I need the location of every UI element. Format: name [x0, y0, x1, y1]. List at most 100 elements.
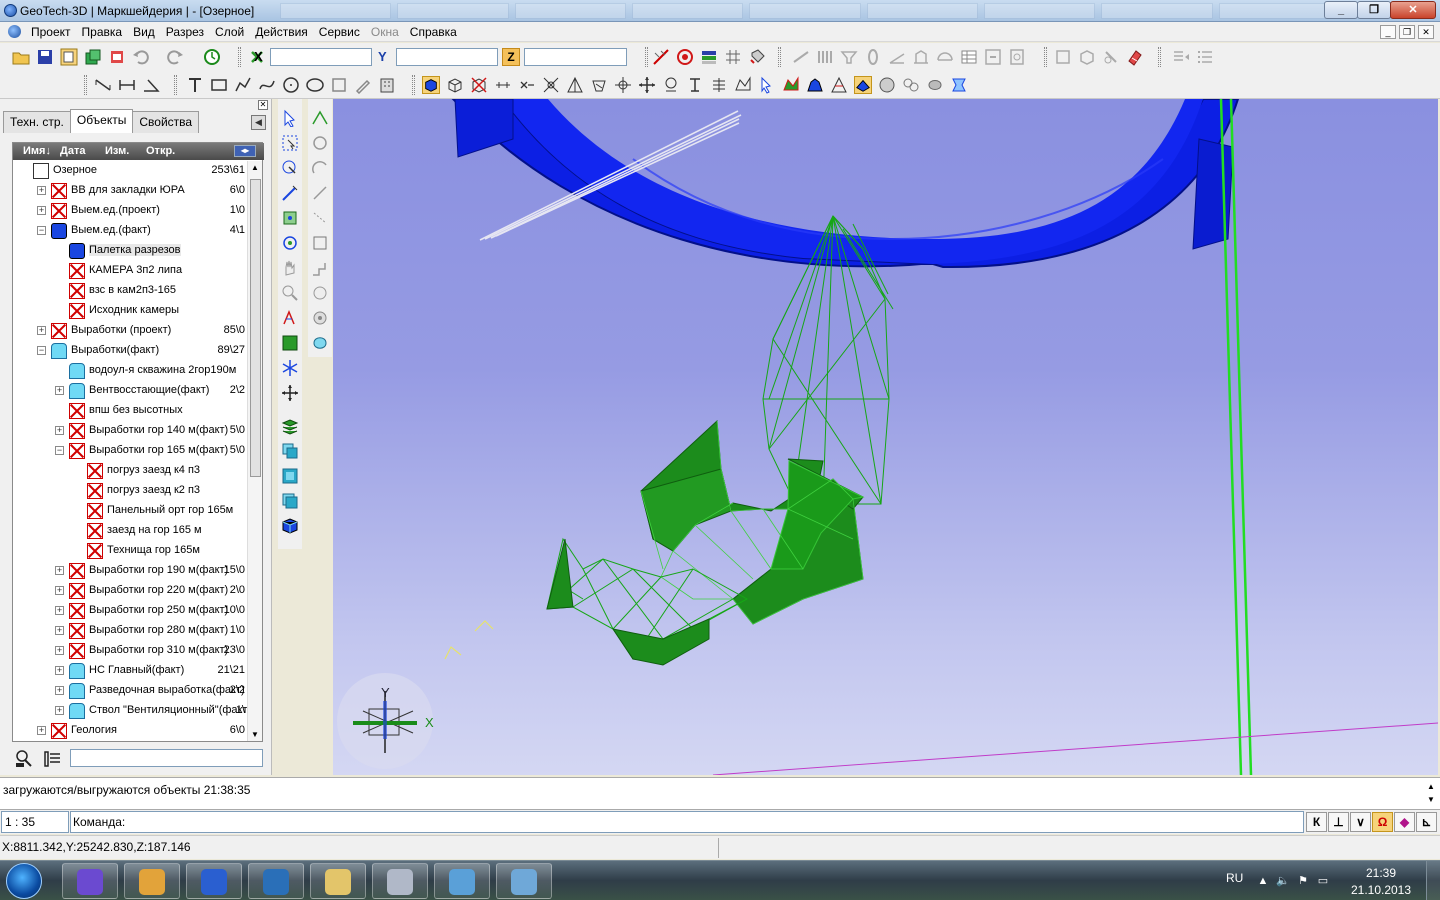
- cyan-shape-icon[interactable]: [311, 334, 329, 352]
- panel-icon[interactable]: [984, 48, 1002, 66]
- snap-off-icon[interactable]: [652, 48, 670, 66]
- step-icon[interactable]: [311, 259, 329, 277]
- workings-layer-icon[interactable]: [51, 343, 67, 359]
- rotate-object-icon[interactable]: [281, 234, 299, 252]
- column-toggle-icon[interactable]: ◂▸: [234, 145, 256, 157]
- building-icon[interactable]: [378, 76, 396, 94]
- tree-item[interactable]: − Выем.ед.(факт) 4\1: [13, 221, 249, 241]
- layer-icon[interactable]: [84, 48, 102, 66]
- measure-distance-icon[interactable]: [94, 76, 112, 94]
- expand-icon[interactable]: +: [55, 426, 64, 435]
- scale-readout[interactable]: 1 : 35: [1, 811, 69, 833]
- scroll-thumb[interactable]: [250, 179, 261, 477]
- tree-item[interactable]: + Выработки (проект) 85\0: [13, 321, 249, 341]
- cave-icon[interactable]: [806, 76, 824, 94]
- expand-icon[interactable]: +: [37, 206, 46, 215]
- workings-layer-icon[interactable]: [69, 363, 85, 379]
- menu-item[interactable]: Слой: [212, 25, 252, 39]
- clock-icon[interactable]: [203, 48, 221, 66]
- tree-scrollbar[interactable]: ▲ ▼: [247, 161, 262, 741]
- wireframe-view-icon[interactable]: [446, 76, 464, 94]
- workings-layer-icon[interactable]: [69, 383, 85, 399]
- menu-item[interactable]: Проект: [28, 25, 79, 39]
- menu-item[interactable]: Разрез: [163, 25, 212, 39]
- tree-item[interactable]: + Выработки гор 310 м(факт) 23\0: [13, 641, 249, 661]
- hidden-layer-icon[interactable]: [87, 503, 103, 519]
- table-icon[interactable]: [960, 48, 978, 66]
- snap-button[interactable]: ⊥: [1328, 812, 1349, 832]
- stack-layer-icon[interactable]: [281, 492, 299, 510]
- eraser-icon[interactable]: [1126, 48, 1144, 66]
- copy-layer-icon[interactable]: [281, 442, 299, 460]
- select-pointer-icon[interactable]: [281, 109, 299, 127]
- tree-item[interactable]: + ВВ для закладки ЮРА 6\0: [13, 181, 249, 201]
- tree-item[interactable]: погруз заезд к2 п3: [13, 481, 249, 501]
- tree-item[interactable]: водоул-я скважина 2гор190м: [13, 361, 249, 381]
- ellipse-tool-icon[interactable]: [306, 76, 324, 94]
- hidden-layer-icon[interactable]: [87, 523, 103, 539]
- tree-item[interactable]: + Разведочная выработка(факт) 2\2: [13, 681, 249, 701]
- phone-book-icon[interactable]: [248, 863, 304, 899]
- toolbar-grip[interactable]: [174, 75, 177, 95]
- menu-item[interactable]: Действия: [252, 25, 316, 39]
- hidden-layer-icon[interactable]: [69, 563, 85, 579]
- zero-icon[interactable]: [864, 48, 882, 66]
- hidden-layer-icon[interactable]: [69, 283, 85, 299]
- panel-tab[interactable]: Техн. стр.: [3, 111, 71, 133]
- tree-item[interactable]: погруз заезд к4 п3: [13, 461, 249, 481]
- insert-point-icon[interactable]: [281, 209, 299, 227]
- move-icon[interactable]: [281, 384, 299, 402]
- hidden-layer-icon[interactable]: [87, 483, 103, 499]
- hidden-layer-icon[interactable]: [69, 583, 85, 599]
- start-button[interactable]: [6, 863, 42, 899]
- tree-item[interactable]: + Выработки гор 280 м(факт) 1\0: [13, 621, 249, 641]
- tree-item[interactable]: + Выработки гор 220 м(факт) 2\0: [13, 581, 249, 601]
- hidden-layer-icon[interactable]: [69, 643, 85, 659]
- line-tool-icon[interactable]: [792, 48, 810, 66]
- tree-item[interactable]: − Выработки(факт) 89\27: [13, 341, 249, 361]
- snap-button[interactable]: К: [1306, 812, 1327, 832]
- grid-icon[interactable]: [724, 48, 742, 66]
- levels-icon[interactable]: [710, 76, 728, 94]
- column-changed[interactable]: Изм.: [105, 145, 129, 157]
- expand-icon[interactable]: +: [55, 626, 64, 635]
- language-indicator[interactable]: RU: [1226, 871, 1243, 885]
- tree-item[interactable]: + НС Главный(факт) 21\21: [13, 661, 249, 681]
- collapse-icon[interactable]: −: [55, 446, 64, 455]
- menu-item[interactable]: Справка: [407, 25, 465, 39]
- command-input[interactable]: Команда:: [70, 811, 1304, 833]
- copy-icon[interactable]: [60, 48, 78, 66]
- slope-icon[interactable]: [830, 76, 848, 94]
- menu-item[interactable]: Правка: [79, 25, 131, 39]
- expand-icon[interactable]: +: [55, 706, 64, 715]
- text-tool-icon[interactable]: [186, 76, 204, 94]
- curve-tool-icon[interactable]: [258, 76, 276, 94]
- minimize-button[interactable]: _: [1324, 1, 1358, 19]
- color-mesh-icon[interactable]: [782, 76, 800, 94]
- snowflake-icon[interactable]: [281, 359, 299, 377]
- tree-item[interactable]: заезд на гор 165 м: [13, 521, 249, 541]
- expand-icon[interactable]: +: [37, 186, 46, 195]
- save-icon[interactable]: [36, 48, 54, 66]
- tree-item[interactable]: Озерное 253\61: [13, 161, 249, 181]
- tree-item[interactable]: Технища гор 165м: [13, 541, 249, 561]
- tree-item[interactable]: Палетка разрезов: [13, 241, 249, 261]
- select-box-icon[interactable]: [281, 134, 299, 152]
- measure-angle-icon[interactable]: [142, 76, 160, 94]
- triangle-surface-icon[interactable]: [566, 76, 584, 94]
- filter-list-icon[interactable]: [42, 749, 62, 769]
- bucket-icon[interactable]: [748, 48, 766, 66]
- hidden-layer-icon[interactable]: [87, 463, 103, 479]
- show-desktop-button[interactable]: [1426, 861, 1440, 900]
- edit-node-icon[interactable]: [281, 184, 299, 202]
- screen-capture-icon[interactable]: [496, 863, 552, 899]
- expand-icon[interactable]: +: [37, 726, 46, 735]
- layers-stack-icon[interactable]: [700, 48, 718, 66]
- toolbar-grip[interactable]: [84, 75, 87, 95]
- z-coordinate-input[interactable]: [524, 48, 627, 66]
- file-manager-icon[interactable]: [310, 863, 366, 899]
- system-menu-icon[interactable]: [8, 25, 21, 38]
- disc-icon[interactable]: [311, 309, 329, 327]
- document-tool-icon[interactable]: [1008, 48, 1026, 66]
- arc-icon[interactable]: [311, 159, 329, 177]
